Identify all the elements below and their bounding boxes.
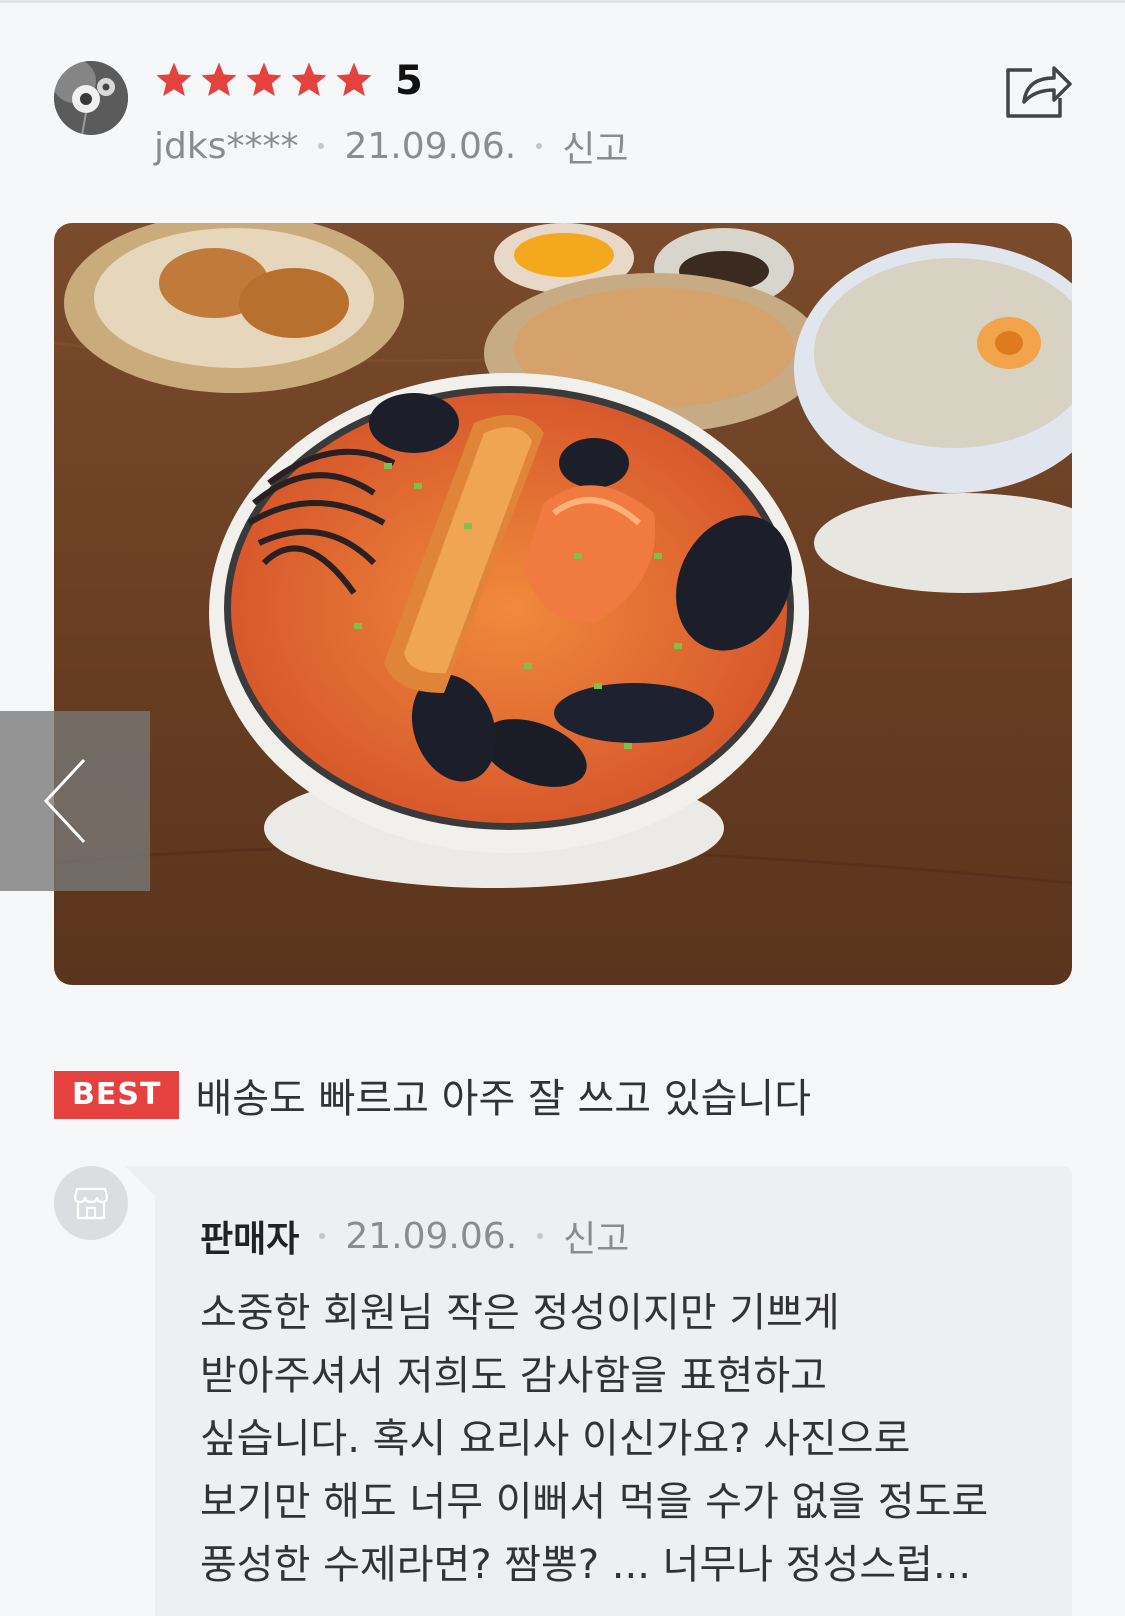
reply-line: 소중한 회원님 작은 정성이지만 기쁘게 [200, 1290, 840, 1336]
report-link[interactable]: 신고 [562, 120, 628, 172]
reviewer-avatar[interactable] [54, 61, 128, 135]
seller-reply-header: 판매자 21.09.06. 신고 [200, 1210, 629, 1262]
review-text: 배송도 빠르고 아주 잘 쓰고 있습니다 [195, 1076, 812, 1122]
reply-line: 싶습니다. 혹시 요리사 이신가요? 사진으로 [200, 1416, 911, 1462]
best-badge: BEST [54, 1071, 180, 1119]
star-icon [334, 60, 374, 100]
star-icon [154, 60, 194, 100]
reply-line: 풍성한 수제라면? 짬뽕? ... 너무나 정성스럽... [200, 1542, 972, 1588]
reply-line: 받아주셔서 저희도 감사함을 표현하고 [200, 1353, 827, 1399]
seller-name: 판매자 [200, 1219, 300, 1260]
separator-dot [536, 143, 543, 149]
seller-reply-date: 21.09.06. [345, 1215, 518, 1257]
star-rating [154, 60, 379, 100]
separator-dot [319, 1233, 326, 1239]
reply-bubble-tail [125, 1166, 155, 1196]
separator-dot [537, 1233, 544, 1239]
seller-reply-text[interactable]: 소중한 회원님 작은 정성이지만 기쁘게 받아주셔서 저희도 감사함을 표현하고… [200, 1282, 1060, 1597]
review-photo[interactable] [54, 223, 1072, 985]
top-divider [0, 0, 1125, 3]
review-date: 21.09.06. [344, 125, 517, 167]
star-icon [289, 60, 329, 100]
share-icon[interactable] [1004, 60, 1072, 120]
star-icon [199, 60, 239, 100]
seller-report-link[interactable]: 신고 [563, 1210, 629, 1262]
review-meta: jdks**** 21.09.06. 신고 [154, 120, 628, 172]
reply-line: 보기만 해도 너무 이뻐서 먹을 수가 없을 정도로 [200, 1479, 989, 1525]
prev-photo-button[interactable] [0, 711, 150, 891]
store-icon [73, 1187, 109, 1220]
separator-dot [318, 143, 325, 149]
seller-avatar [54, 1166, 128, 1240]
star-icon [244, 60, 284, 100]
rating-value: 5 [395, 58, 423, 104]
reviewer-id: jdks**** [154, 125, 299, 167]
review-content: BEST 배송도 빠르고 아주 잘 쓰고 있습니다 [54, 1066, 811, 1124]
chevron-left-icon [43, 758, 86, 844]
